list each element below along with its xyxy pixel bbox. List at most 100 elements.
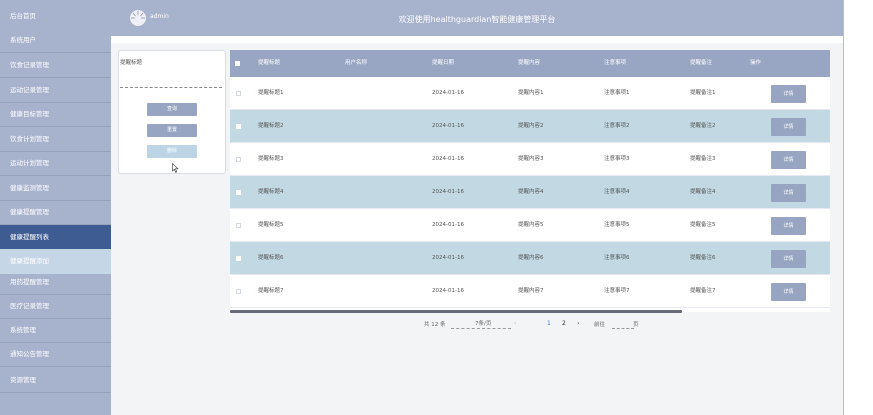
- cell-notes: 注意事项2: [604, 123, 630, 129]
- reset-button[interactable]: 重置: [147, 124, 197, 137]
- table-row: 提醒标题2 2024-01-16 提醒内容2 注意事项2 提醒备注2 详情: [230, 110, 830, 143]
- cell-content: 提醒内容7: [518, 288, 544, 294]
- cell-content: 提醒内容3: [518, 156, 544, 162]
- column-header-date: 提醒日期: [432, 60, 455, 66]
- cell-content: 提醒内容2: [518, 123, 544, 129]
- cell-notes: 注意事项4: [604, 189, 630, 195]
- horizontal-scrollbar[interactable]: [230, 310, 682, 313]
- cell-date: 2024-01-16: [432, 90, 464, 96]
- table-row: 提醒标题3 2024-01-16 提醒内容3 注意事项3 提醒备注3 详情: [230, 143, 830, 176]
- sidebar-item-diet-records[interactable]: 饮食记录管理: [0, 53, 111, 78]
- next-page-button[interactable]: ›: [577, 320, 579, 327]
- cell-remark: 提醒备注7: [690, 288, 716, 294]
- sidebar-item-reminder-list[interactable]: 健康提醒列表: [0, 225, 111, 250]
- row-checkbox[interactable]: [236, 289, 241, 294]
- detail-button[interactable]: 详情: [771, 217, 806, 235]
- sidebar-item-label: 医疗记录管理: [10, 302, 49, 310]
- sidebar-item-diet-plans[interactable]: 饮食计划管理: [0, 127, 111, 152]
- table-row: 提醒标题5 2024-01-16 提醒内容5 注意事项5 提醒备注5 详情: [230, 209, 830, 242]
- prev-page-button[interactable]: ‹: [514, 320, 516, 327]
- sidebar-item-label: 饮食计划管理: [10, 135, 49, 143]
- cell-remark: 提醒备注5: [690, 222, 716, 228]
- sidebar-item-health-goals[interactable]: 健康目标管理: [0, 102, 111, 127]
- cell-remark: 提醒备注6: [690, 255, 716, 261]
- table-row: 提醒标题4 2024-01-16 提醒内容4 注意事项4 提醒备注4 详情: [230, 176, 830, 209]
- table-row: 提醒标题1 2024-01-16 提醒内容1 注意事项1 提醒备注1 详情: [230, 77, 830, 110]
- column-header-remark: 提醒备注: [690, 60, 713, 66]
- sidebar-item-exercise-records[interactable]: 运动记录管理: [0, 78, 111, 103]
- column-header-user: 用户名称: [345, 60, 368, 66]
- search-field-label: 提醒标题: [120, 60, 143, 66]
- table-row: 提醒标题7 2024-01-16 提醒内容7 注意事项7 提醒备注7 详情: [230, 275, 830, 308]
- row-checkbox[interactable]: [236, 256, 241, 261]
- row-checkbox[interactable]: [236, 157, 241, 162]
- cell-notes: 注意事项1: [604, 90, 630, 96]
- cell-title: 提醒标题1: [258, 90, 284, 96]
- divider: [0, 365, 111, 367]
- cell-content: 提醒内容6: [518, 255, 544, 261]
- sidebar-item-label: 系统用户: [10, 36, 36, 44]
- cell-title: 提醒标题2: [258, 123, 284, 129]
- sidebar-item-exercise-plans[interactable]: 运动计划管理: [0, 151, 111, 176]
- cell-title: 提醒标题5: [258, 222, 284, 228]
- goto-page-input[interactable]: [612, 319, 634, 329]
- cell-remark: 提醒备注1: [690, 90, 716, 96]
- row-checkbox[interactable]: [236, 190, 241, 195]
- cell-title: 提醒标题7: [258, 288, 284, 294]
- top-header: admin 欢迎使用healthguardian智能健康管理平台: [111, 0, 843, 36]
- cell-remark: 提醒备注3: [690, 156, 716, 162]
- page-size-value: 7条/页: [475, 321, 492, 327]
- sidebar-item-home[interactable]: 后台首页: [0, 4, 111, 29]
- sidebar-item-label: 健康提醒管理: [10, 208, 49, 216]
- cell-date: 2024-01-16: [432, 255, 464, 261]
- page-size-select[interactable]: 7条/页: [451, 319, 511, 329]
- cell-title: 提醒标题4: [258, 189, 284, 195]
- sidebar-item-system-management[interactable]: 系统管理: [0, 318, 111, 343]
- select-all-checkbox[interactable]: [235, 61, 240, 66]
- cell-notes: 注意事项6: [604, 255, 630, 261]
- search-button[interactable]: 查询: [147, 103, 197, 116]
- search-input[interactable]: [120, 87, 222, 88]
- sidebar-item-resources[interactable]: 资源管理: [0, 368, 111, 393]
- goto-label: 前往: [594, 322, 606, 328]
- table-row: 提醒标题6 2024-01-16 提醒内容6 注意事项6 提醒备注6 详情: [230, 242, 830, 275]
- column-header-title: 提醒标题: [258, 60, 281, 66]
- detail-button[interactable]: 详情: [771, 184, 806, 202]
- sidebar-item-announcements[interactable]: 通知公告管理: [0, 342, 111, 367]
- page-2-button[interactable]: 2: [562, 320, 566, 327]
- row-checkbox[interactable]: [236, 223, 241, 228]
- sidebar-item-label: 通知公告管理: [10, 350, 49, 358]
- sidebar-item-label: 后台首页: [10, 12, 36, 20]
- cell-date: 2024-01-16: [432, 189, 464, 195]
- sidebar-item-label: 资源管理: [10, 376, 36, 384]
- sidebar-item-medication-reminders[interactable]: 用药提醒管理: [0, 270, 111, 295]
- detail-button[interactable]: 详情: [771, 283, 806, 301]
- row-checkbox[interactable]: [236, 124, 241, 129]
- row-checkbox[interactable]: [236, 91, 241, 96]
- window-edge: [843, 0, 844, 415]
- sidebar-item-medical-records[interactable]: 医疗记录管理: [0, 294, 111, 319]
- cell-content: 提醒内容1: [518, 90, 544, 96]
- detail-button[interactable]: 详情: [771, 118, 806, 136]
- sidebar-item-label: 健康目标管理: [10, 110, 49, 118]
- detail-button[interactable]: 详情: [771, 85, 806, 103]
- sidebar-item-label: 用药提醒管理: [10, 278, 49, 286]
- sidebar-item-system-users[interactable]: 系统用户: [0, 28, 111, 53]
- column-header-content: 提醒内容: [518, 60, 541, 66]
- sidebar-item-health-reminders[interactable]: 健康提醒管理: [0, 200, 111, 225]
- content-top-strip: [111, 36, 843, 43]
- detail-button[interactable]: 详情: [771, 151, 806, 169]
- detail-button[interactable]: 详情: [771, 250, 806, 268]
- cell-notes: 注意事项3: [604, 156, 630, 162]
- sidebar-item-label: 饮食记录管理: [10, 61, 49, 69]
- cell-notes: 注意事项5: [604, 222, 630, 228]
- row-divider: [230, 307, 830, 308]
- cell-date: 2024-01-16: [432, 156, 464, 162]
- cell-date: 2024-01-16: [432, 288, 464, 294]
- mouse-cursor-icon: [172, 163, 179, 173]
- column-header-notes: 注意事项: [604, 60, 627, 66]
- column-header-actions: 操作: [750, 60, 762, 66]
- delete-button[interactable]: 删除: [147, 145, 197, 158]
- sidebar-item-health-monitoring[interactable]: 健康监测管理: [0, 176, 111, 201]
- page-1-button[interactable]: 1: [547, 320, 551, 327]
